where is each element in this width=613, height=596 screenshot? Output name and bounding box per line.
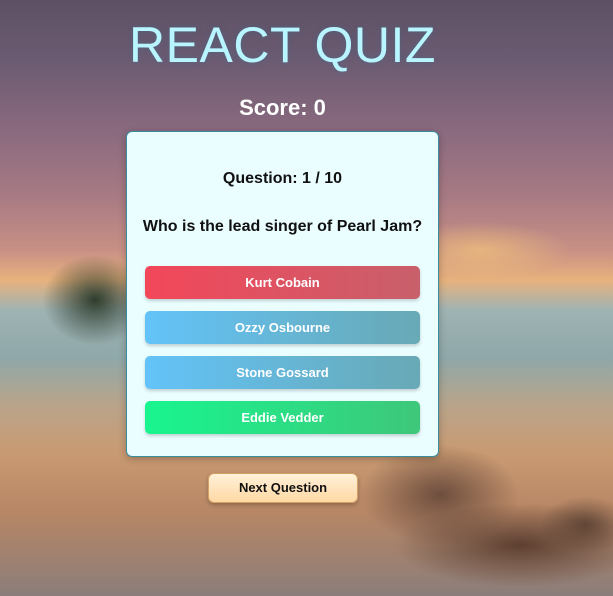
question-text: Who is the lead singer of Pearl Jam?	[142, 218, 423, 235]
quiz-card: Question: 1 / 10 Who is the lead singer …	[126, 131, 439, 457]
next-question-button[interactable]: Next Question	[208, 473, 358, 503]
answer-button-3[interactable]: Stone Gossard	[145, 356, 420, 389]
score-label: Score: 0	[239, 95, 326, 120]
answer-button-2[interactable]: Ozzy Osbourne	[145, 311, 420, 344]
app-title: REACT QUIZ	[129, 17, 436, 73]
answer-button-4[interactable]: Eddie Vedder	[145, 401, 420, 434]
answer-button-1[interactable]: Kurt Cobain	[145, 266, 420, 299]
question-counter: Question: 1 / 10	[222, 170, 343, 187]
